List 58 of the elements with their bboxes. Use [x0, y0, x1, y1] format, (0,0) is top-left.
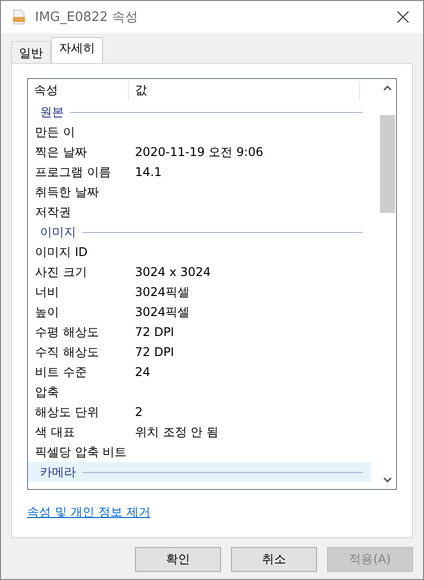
tab[interactable]: 일반: [11, 41, 51, 63]
property-row[interactable]: 찍은 날짜 2020-11-19 오전 9:06: [28, 142, 371, 162]
property-row[interactable]: 압축: [28, 382, 371, 402]
group-header[interactable]: 카메라: [28, 462, 371, 482]
property-value: 72 DPI: [135, 345, 174, 359]
property-value: 72 DPI: [135, 325, 174, 339]
property-value: 3024픽셀: [135, 304, 190, 320]
property-row[interactable]: 사진 크기 3024 x 3024: [28, 262, 371, 282]
image-file-icon: [11, 9, 27, 25]
property-row[interactable]: 프로그램 이름 14.1: [28, 162, 371, 182]
property-row[interactable]: 수직 해상도 72 DPI: [28, 342, 371, 362]
close-icon[interactable]: [397, 11, 409, 23]
property-name: 수평 해상도: [35, 324, 100, 340]
property-value: 3024픽셀: [135, 284, 190, 300]
property-value: 24: [135, 365, 150, 379]
property-row[interactable]: 색 대표 위치 조정 안 됨: [28, 422, 371, 442]
property-row[interactable]: 이미지 ID: [28, 242, 371, 262]
property-row[interactable]: 픽셀당 압축 비트: [28, 442, 371, 462]
property-name: 이미지 ID: [35, 244, 89, 260]
property-row[interactable]: 취득한 날짜: [28, 182, 371, 202]
property-name: 취득한 날짜: [35, 184, 100, 200]
column-header[interactable]: 속성: [28, 81, 129, 100]
scroll-up-icon[interactable]: [383, 85, 392, 91]
property-value: 2020-11-19 오전 9:06: [135, 144, 264, 160]
property-row[interactable]: 높이 3024픽셀: [28, 302, 371, 322]
tab[interactable]: 자세히: [51, 37, 103, 63]
property-row[interactable]: 만든 이: [28, 122, 371, 142]
property-value: 위치 조정 안 됨: [135, 424, 218, 440]
scroll-down-icon[interactable]: [383, 477, 392, 483]
column-header[interactable]: 값: [129, 81, 360, 100]
property-name: 압축: [35, 384, 60, 400]
property-name: 색 대표: [35, 424, 76, 440]
property-name: 픽셀당 압축 비트: [35, 444, 128, 460]
remove-properties-link[interactable]: 속성 및 개인 정보 제거: [27, 505, 150, 519]
dialog-button[interactable]: 확인: [135, 547, 221, 572]
property-name: 저작권: [35, 204, 72, 220]
property-name: 사진 크기: [35, 264, 88, 280]
property-row[interactable]: 비트 수준 24: [28, 362, 371, 382]
dialog-button[interactable]: 취소: [231, 547, 317, 572]
scroll-thumb[interactable]: [380, 115, 395, 213]
property-name: 비트 수준: [35, 364, 88, 380]
property-row[interactable]: 저작권: [28, 202, 371, 222]
property-value: 2: [135, 405, 143, 419]
property-name: 수직 해상도: [35, 344, 100, 360]
property-name: 만든 이: [35, 124, 76, 140]
property-row[interactable]: 수평 해상도 72 DPI: [28, 322, 371, 342]
property-name: 너비: [35, 284, 60, 300]
property-name: 프로그램 이름: [35, 164, 112, 180]
property-name: 찍은 날짜: [35, 144, 88, 160]
property-value: 3024 x 3024: [135, 265, 211, 279]
group-header[interactable]: 이미지: [28, 222, 371, 242]
property-name: 해상도 단위: [35, 404, 100, 420]
property-name: 높이: [35, 304, 60, 320]
window-title: IMG_E0822 속성: [35, 9, 140, 26]
property-value: 14.1: [135, 165, 162, 179]
property-row[interactable]: 해상도 단위 2: [28, 402, 371, 422]
property-row[interactable]: 너비 3024픽셀: [28, 282, 371, 302]
group-header[interactable]: 원본: [28, 102, 371, 122]
